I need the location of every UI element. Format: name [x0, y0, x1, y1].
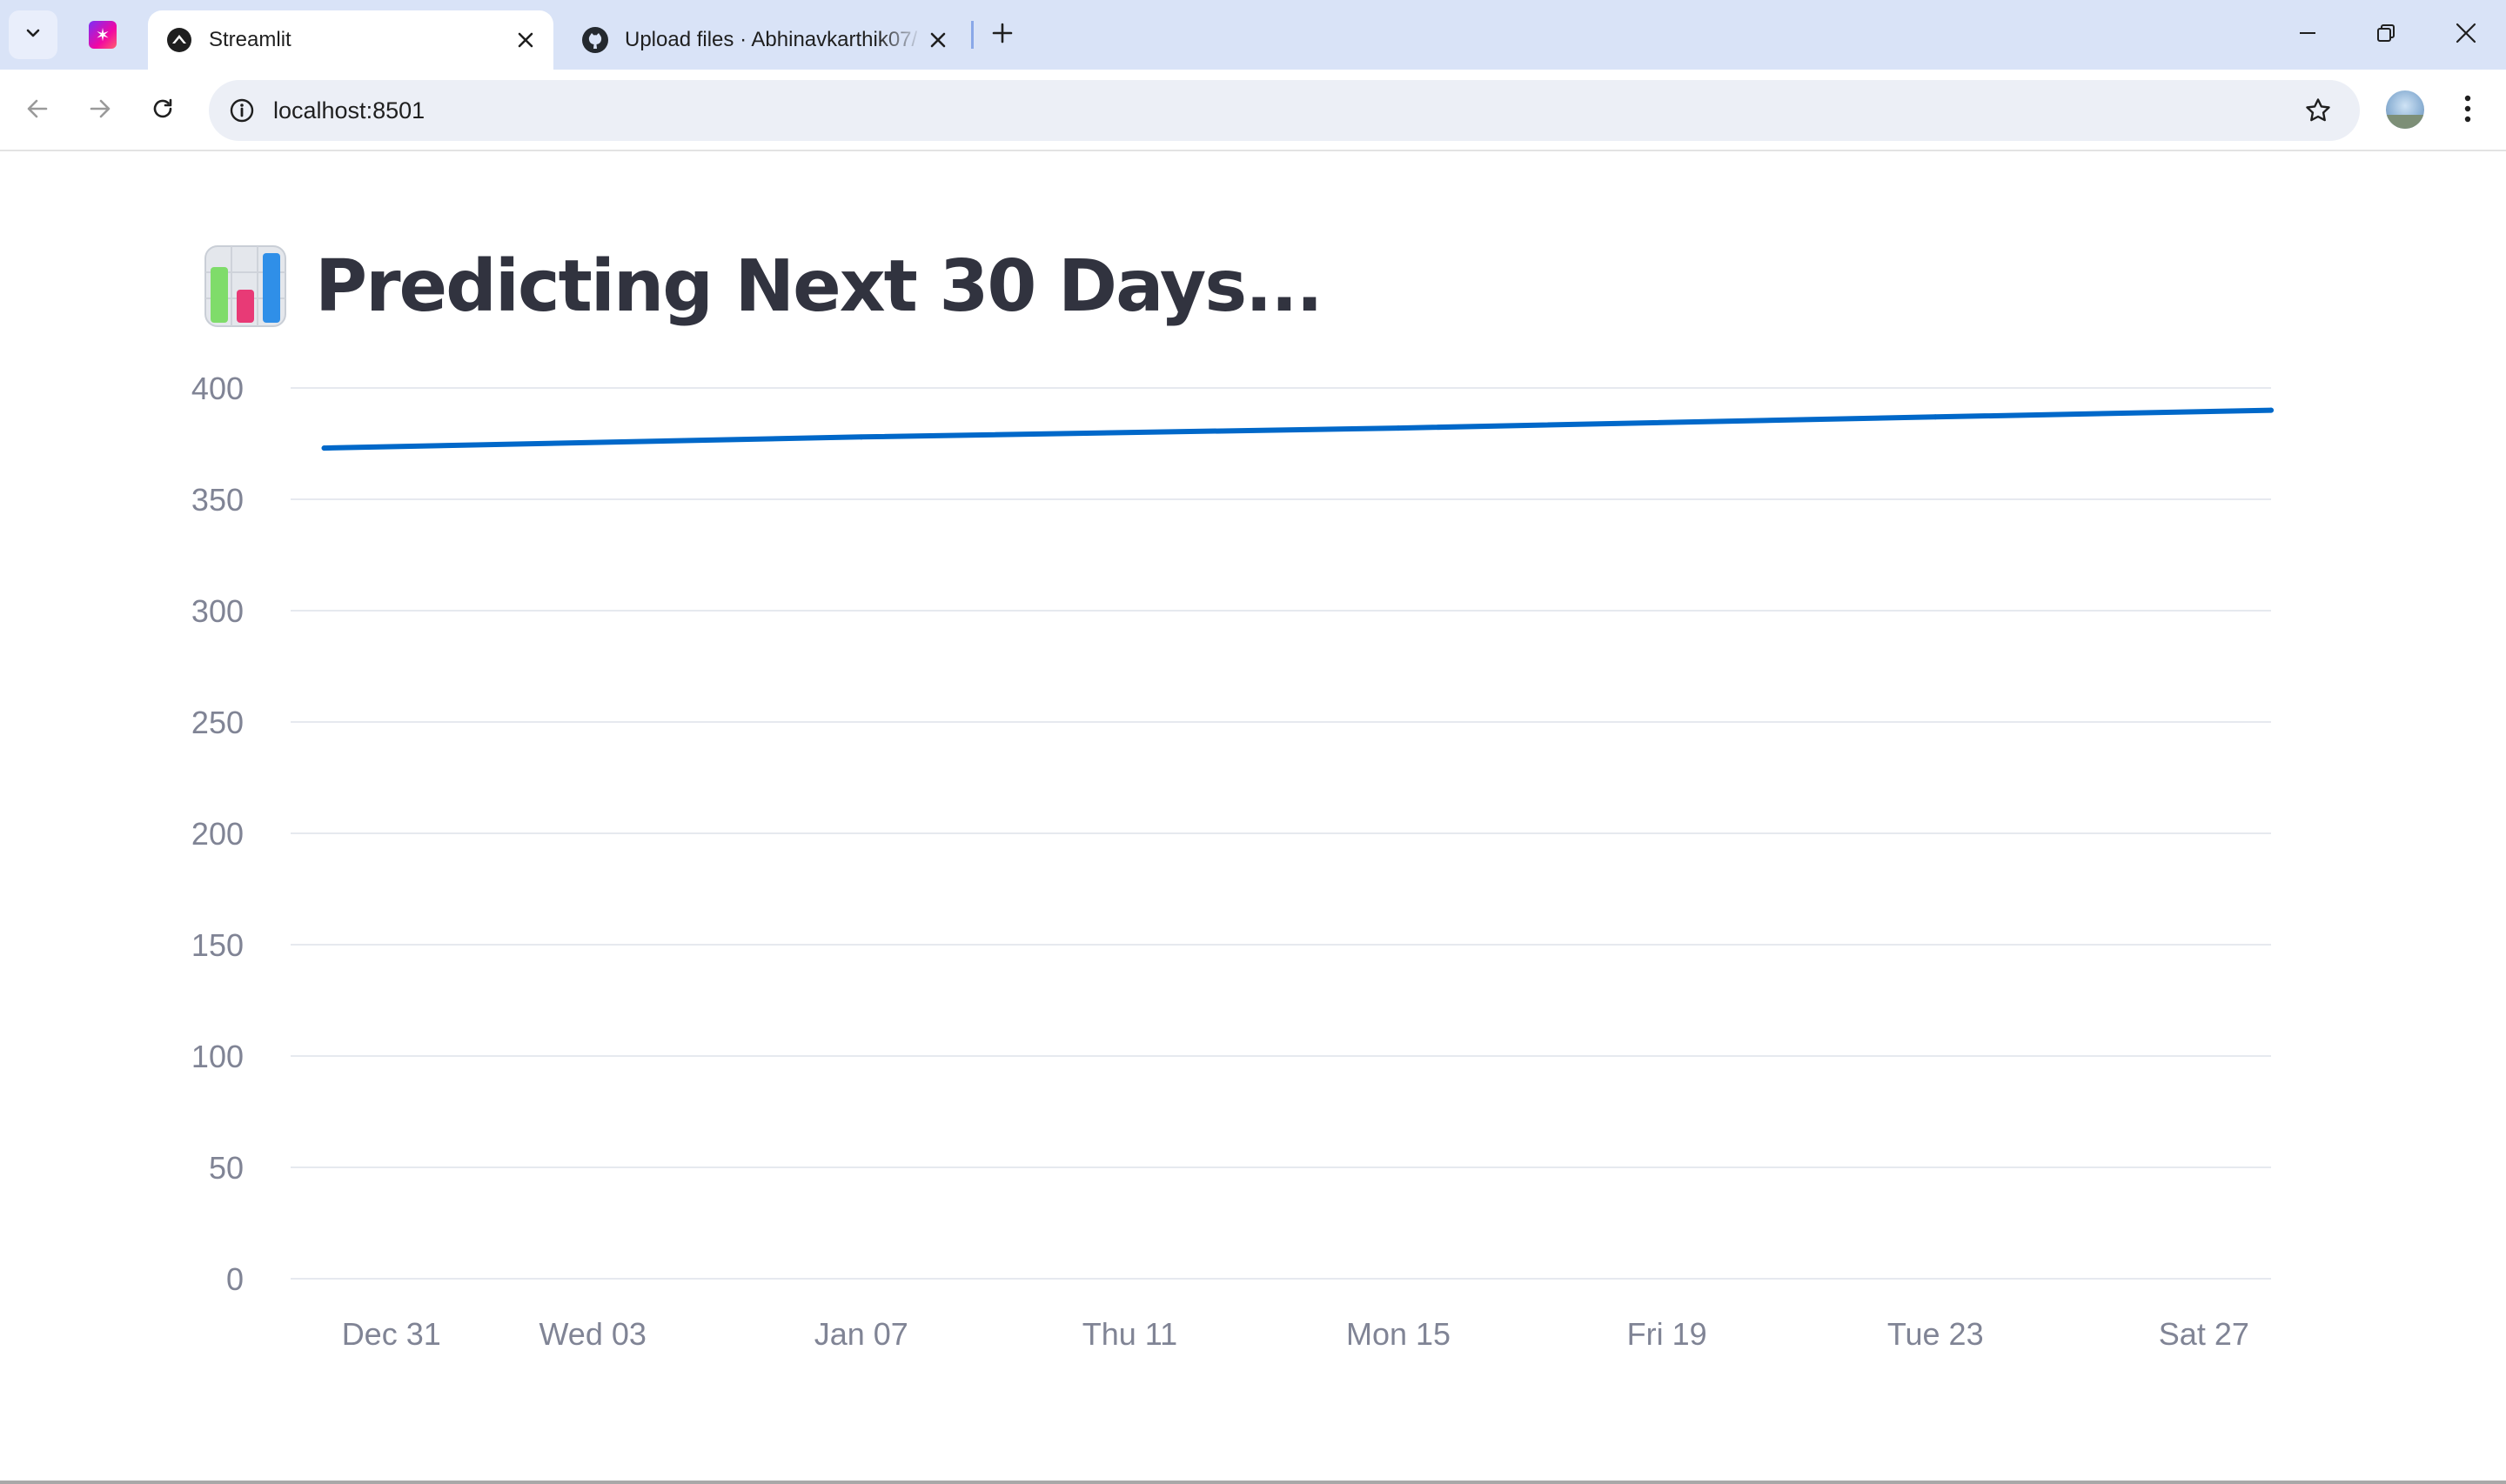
close-tab-icon[interactable]	[510, 24, 541, 56]
x-tick-label: Mon 15	[1346, 1316, 1451, 1352]
title-row: Predicting Next 30 Days...	[204, 238, 1323, 334]
tab-github-upload[interactable]: Upload files · Abhinavkarthik07/	[564, 10, 966, 70]
x-tick-label: Wed 03	[539, 1316, 646, 1352]
y-tick-label: 100	[191, 1039, 244, 1074]
y-tick-label: 350	[191, 482, 244, 518]
tab-streamlit[interactable]: Streamlit	[148, 10, 553, 70]
tab-divider	[971, 21, 974, 49]
back-button[interactable]	[16, 89, 59, 132]
streamlit-page: 0 50 100 150 200 250 300 350 400 Dec 31 Wed 03 Jan …	[0, 151, 2506, 1484]
minimize-button[interactable]	[2285, 12, 2330, 57]
browser-toolbar: localhost:8501	[0, 70, 2506, 151]
data-point	[1396, 425, 1402, 431]
restore-button[interactable]	[2363, 12, 2409, 57]
browser-tab-bar: ✶ Streamlit Upload files · Abhinavkarthi…	[0, 0, 2506, 70]
line-chart: 0 50 100 150 200 250 300 350 400 Dec 31 Wed 03 Jan …	[0, 151, 2506, 1484]
reload-button[interactable]	[141, 89, 184, 132]
pinned-app-icon: ✶	[89, 21, 117, 49]
streamlit-icon	[165, 26, 193, 54]
y-tick-label: 200	[191, 816, 244, 852]
y-tick-label: 300	[191, 593, 244, 629]
x-tick-label: Tue 23	[1887, 1316, 1984, 1352]
tab-search-button[interactable]	[9, 10, 57, 59]
y-tick-label: 0	[226, 1261, 244, 1297]
data-point	[1933, 414, 1939, 420]
data-point	[2268, 407, 2274, 413]
x-tick-label: Fri 19	[1627, 1316, 1707, 1352]
x-tick-label: Thu 11	[1082, 1316, 1177, 1352]
plus-icon	[991, 22, 1014, 49]
profile-avatar[interactable]	[2386, 90, 2424, 129]
url-text[interactable]: localhost:8501	[273, 80, 425, 141]
chart-svg: 0 50 100 150 200 250 300 350 400 Dec 31 Wed 03 Jan …	[191, 371, 2274, 1352]
y-tick-label: 50	[209, 1150, 244, 1186]
minimize-icon	[2297, 23, 2318, 48]
bar-chart-emoji-icon	[204, 245, 286, 327]
x-tick-label: Sat 27	[2159, 1316, 2249, 1352]
close-window-button[interactable]	[2443, 12, 2489, 57]
page-bottom-border	[0, 1481, 2506, 1484]
data-point	[321, 445, 327, 451]
y-tick-label: 150	[191, 927, 244, 963]
page-title: Predicting Next 30 Days...	[315, 244, 1323, 328]
tab-title: Upload files · Abhinavkarthik07/	[625, 28, 918, 51]
y-tick-label: 250	[191, 705, 244, 740]
new-tab-button[interactable]	[985, 17, 1020, 52]
close-tab-icon[interactable]	[922, 24, 954, 56]
bookmark-star-icon[interactable]	[2297, 90, 2339, 131]
reload-icon	[150, 96, 176, 126]
github-icon	[581, 26, 609, 54]
arrow-right-icon	[87, 96, 113, 126]
arrow-left-icon	[24, 96, 50, 126]
y-tick-label: 400	[191, 371, 244, 406]
data-point	[858, 434, 864, 440]
forward-button[interactable]	[78, 89, 122, 132]
restore-icon	[2375, 23, 2396, 48]
pinned-tab[interactable]: ✶	[84, 16, 122, 54]
tab-title: Streamlit	[209, 28, 291, 51]
chevron-down-icon	[23, 23, 44, 48]
browser-menu-button[interactable]	[2449, 89, 2487, 132]
more-vertical-icon	[2463, 94, 2472, 128]
x-tick-label: Dec 31	[342, 1316, 441, 1352]
close-icon	[2455, 22, 2477, 49]
site-info-icon[interactable]	[221, 90, 263, 131]
address-bar[interactable]: localhost:8501	[209, 80, 2360, 141]
x-tick-label: Jan 07	[814, 1316, 908, 1352]
series-line	[321, 407, 2274, 451]
